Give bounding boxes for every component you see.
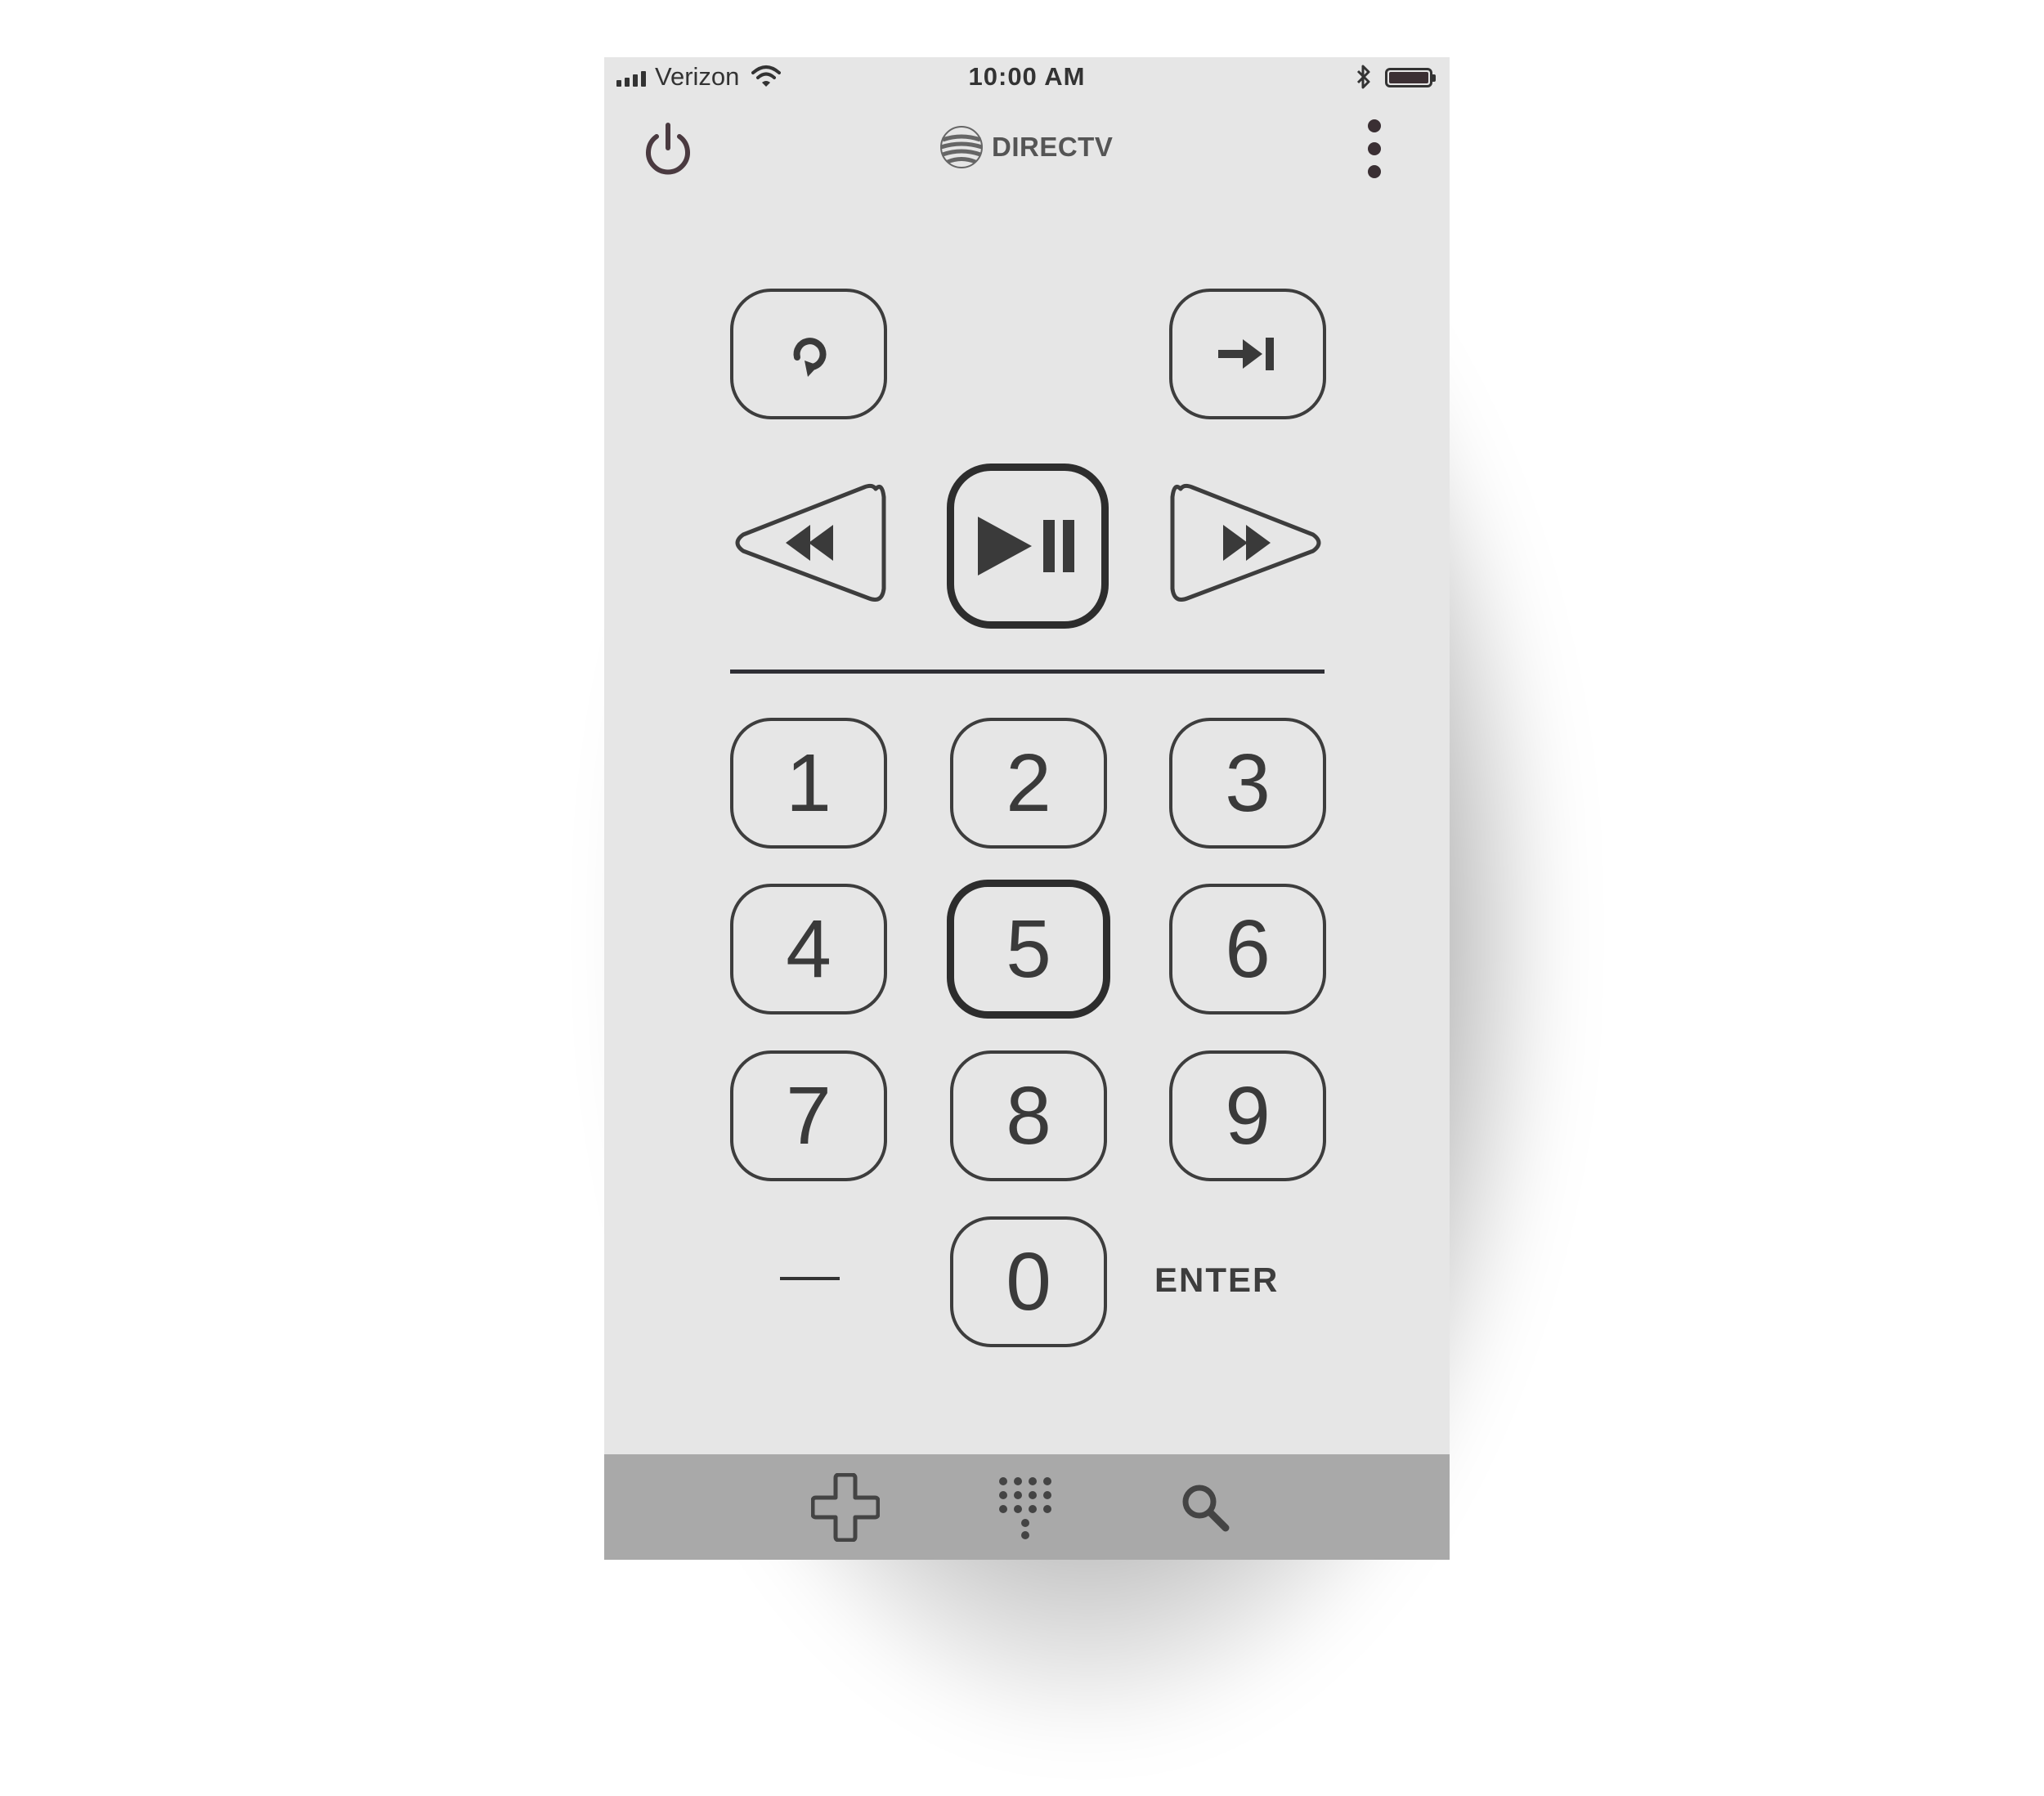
battery-icon	[1385, 68, 1436, 87]
tab-search[interactable]	[1168, 1454, 1242, 1560]
skip-forward-button[interactable]	[1169, 289, 1326, 419]
key-0[interactable]: 0	[950, 1216, 1107, 1347]
replay-button[interactable]	[730, 289, 887, 419]
key-9[interactable]: 9	[1169, 1050, 1326, 1181]
key-7[interactable]: 7	[730, 1050, 887, 1181]
phone-screen: Verizon 10:00 AM DIRECTV 1 2 3 4 5 6 7 8…	[604, 57, 1450, 1560]
tab-keypad[interactable]	[988, 1454, 1062, 1560]
dpad-icon	[811, 1472, 880, 1542]
att-globe-icon	[940, 126, 983, 168]
key-5[interactable]: 5	[947, 880, 1110, 1019]
tab-dpad[interactable]	[809, 1454, 882, 1560]
section-divider	[730, 670, 1325, 674]
dash-key[interactable]	[780, 1277, 840, 1280]
key-8[interactable]: 8	[950, 1050, 1107, 1181]
key-3[interactable]: 3	[1169, 718, 1326, 849]
brand-name: DIRECTV	[992, 132, 1114, 162]
key-2[interactable]: 2	[950, 718, 1107, 849]
status-bar: Verizon 10:00 AM	[604, 57, 1450, 98]
status-time: 10:00 AM	[968, 62, 1086, 91]
keypad-icon	[999, 1476, 1051, 1539]
play-pause-icon	[978, 517, 1074, 576]
replay-icon	[793, 338, 827, 377]
more-vertical-icon[interactable]	[1366, 119, 1383, 179]
brand-logo: DIRECTV	[939, 123, 1113, 172]
enter-key[interactable]: ENTER	[1154, 1261, 1279, 1300]
tab-bar	[604, 1454, 1450, 1560]
key-6[interactable]: 6	[1169, 884, 1326, 1014]
search-icon	[1182, 1485, 1230, 1531]
play-pause-button[interactable]	[947, 464, 1109, 629]
bluetooth-icon	[1356, 65, 1370, 89]
skip-forward-icon	[1218, 338, 1274, 370]
rewind-button[interactable]	[728, 473, 889, 613]
key-1[interactable]: 1	[730, 718, 887, 849]
power-icon[interactable]	[641, 119, 695, 176]
fast-forward-button[interactable]	[1168, 473, 1328, 613]
key-4[interactable]: 4	[730, 884, 887, 1014]
